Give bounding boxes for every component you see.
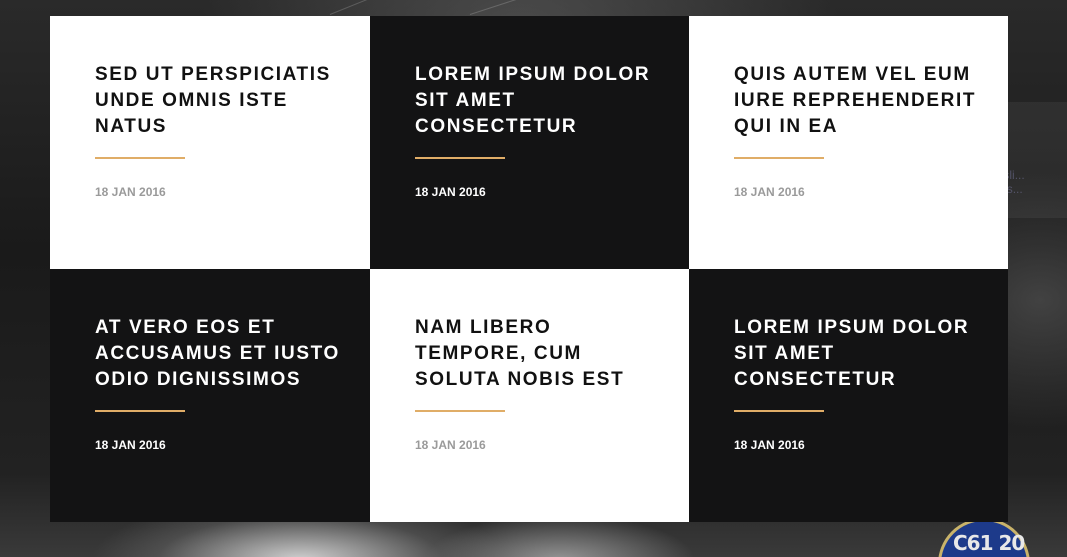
- post-card[interactable]: NAM LIBERO TEMPORE, CUM SOLUTA NOBIS EST…: [370, 269, 689, 522]
- post-title[interactable]: LOREM IPSUM DOLOR SIT AMET CONSECTETUR: [734, 315, 988, 393]
- post-date: 18 JAN 2016: [95, 185, 166, 199]
- post-date: 18 JAN 2016: [95, 438, 166, 452]
- post-divider: [95, 157, 185, 159]
- post-title[interactable]: QUIS AUTEM VEL EUM IURE REPREHENDERIT QU…: [734, 62, 988, 140]
- post-divider: [95, 410, 185, 412]
- locomotive-number-text: C61 20: [953, 531, 1025, 555]
- post-title[interactable]: SED UT PERSPICIATIS UNDE OMNIS ISTE NATU…: [95, 62, 350, 140]
- post-title[interactable]: AT VERO EOS ET ACCUSAMUS ET IUSTO ODIO D…: [95, 315, 350, 393]
- post-title[interactable]: NAM LIBERO TEMPORE, CUM SOLUTA NOBIS EST: [415, 315, 669, 393]
- post-date: 18 JAN 2016: [415, 438, 486, 452]
- post-card[interactable]: LOREM IPSUM DOLOR SIT AMET CONSECTETUR 1…: [370, 16, 689, 269]
- post-divider: [734, 410, 824, 412]
- post-divider: [415, 410, 505, 412]
- post-divider: [415, 157, 505, 159]
- post-divider: [734, 157, 824, 159]
- light-streak: [329, 0, 386, 15]
- post-date: 18 JAN 2016: [734, 438, 805, 452]
- post-title[interactable]: LOREM IPSUM DOLOR SIT AMET CONSECTETUR: [415, 62, 669, 140]
- post-date: 18 JAN 2016: [734, 185, 805, 199]
- blog-post-grid: SED UT PERSPICIATIS UNDE OMNIS ISTE NATU…: [50, 16, 1008, 522]
- light-streak: [469, 0, 518, 15]
- post-card[interactable]: QUIS AUTEM VEL EUM IURE REPREHENDERIT QU…: [689, 16, 1008, 269]
- post-date: 18 JAN 2016: [415, 185, 486, 199]
- post-card[interactable]: AT VERO EOS ET ACCUSAMUS ET IUSTO ODIO D…: [50, 269, 370, 522]
- locomotive-number-plate: C61 20: [938, 518, 1030, 557]
- post-card[interactable]: SED UT PERSPICIATIS UNDE OMNIS ISTE NATU…: [50, 16, 370, 269]
- post-card[interactable]: LOREM IPSUM DOLOR SIT AMET CONSECTETUR 1…: [689, 269, 1008, 522]
